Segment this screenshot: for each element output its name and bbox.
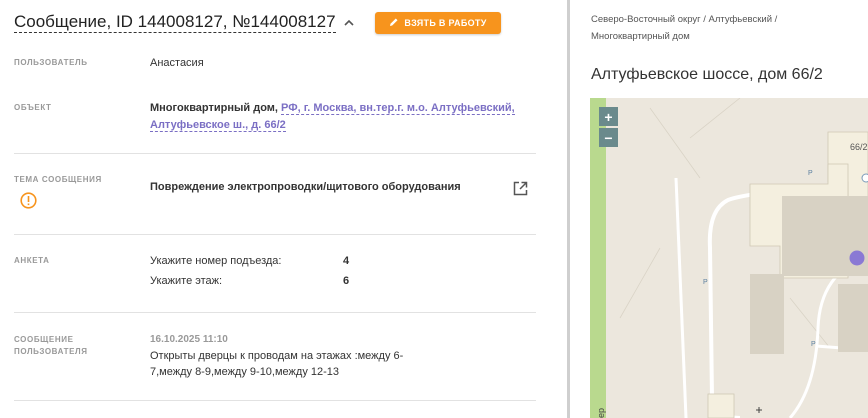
take-to-work-button[interactable]: ВЗЯТЬ В РАБОТУ — [375, 12, 501, 34]
warning-icon — [20, 192, 37, 209]
building — [750, 274, 784, 354]
map[interactable]: P P P 66/2 ер + − — [590, 98, 868, 418]
object-address-link-line1[interactable]: РФ, г. Москва, вн.тер.г. м.о. Алтуфьевск… — [281, 102, 515, 115]
take-to-work-label: ВЗЯТЬ В РАБОТУ — [404, 18, 487, 28]
divider — [14, 400, 536, 401]
external-link-icon[interactable] — [512, 180, 529, 197]
divider — [14, 153, 536, 154]
survey-question-entrance: Укажите номер подъезда: — [150, 255, 282, 267]
pencil-icon — [389, 17, 399, 29]
breadcrumb-line2[interactable]: Многоквартирный дом — [591, 31, 690, 42]
location-marker — [861, 173, 868, 183]
building — [707, 393, 735, 418]
divider — [14, 312, 536, 313]
divider — [14, 234, 536, 235]
zoom-in-button[interactable]: + — [599, 107, 618, 126]
user-value: Анастасия — [150, 57, 204, 69]
message-label-line2: ПОЛЬЗОВАТЕЛЯ — [14, 347, 88, 356]
title-row: Сообщение, ID 144008127, №144008127 — [14, 12, 356, 33]
street-label: ер — [596, 408, 606, 418]
object-address-link-line2[interactable]: Алтуфьевское ш., д. 66/2 — [150, 119, 286, 132]
zoom-out-button[interactable]: − — [599, 128, 618, 147]
breadcrumb-line1[interactable]: Северо-Восточный округ / Алтуфьевский / — [591, 14, 777, 25]
survey-answer-entrance: 4 — [343, 255, 350, 267]
topic-value: Повреждение электропроводки/щитового обо… — [150, 181, 461, 193]
message-panel: Сообщение, ID 144008127, №144008127 ВЗЯТ… — [0, 0, 568, 418]
object-type: Многоквартирный дом, — [150, 102, 278, 114]
location-panel: Северо-Восточный округ / Алтуфьевский / … — [570, 0, 868, 418]
page-title[interactable]: Сообщение, ID 144008127, №144008127 — [14, 12, 336, 33]
message-text: Открыты дверцы к проводам на этажах :меж… — [150, 350, 404, 378]
parking-label: P — [811, 341, 816, 348]
location-marker — [849, 250, 865, 266]
topic-label: ТЕМА СООБЩЕНИЯ — [14, 175, 102, 184]
chevron-up-icon[interactable] — [342, 16, 356, 30]
message-date: 16.10.2025 11:10 — [150, 334, 228, 345]
survey-question-floor: Укажите этаж: — [150, 275, 223, 287]
survey-answer-floor: 6 — [343, 275, 350, 287]
message-label: СООБЩЕНИЕ ПОЛЬЗОВАТЕЛЯ — [14, 334, 88, 358]
survey-label: АНКЕТА — [14, 256, 50, 265]
address-title: Алтуфьевское шоссе, дом 66/2 — [591, 66, 823, 83]
user-label: ПОЛЬЗОВАТЕЛЬ — [14, 58, 88, 67]
parking-label: P — [703, 279, 708, 286]
map-canvas: P P P 66/2 ер — [590, 98, 868, 418]
parking-label: P — [808, 170, 813, 177]
message-label-line1: СООБЩЕНИЕ — [14, 335, 74, 344]
object-value: Многоквартирный дом, РФ, г. Москва, вн.т… — [150, 100, 520, 134]
building-number-label: 66/2 — [850, 142, 868, 152]
breadcrumb: Северо-Восточный округ / Алтуфьевский / … — [591, 11, 861, 45]
building — [838, 284, 868, 352]
object-label: ОБЪЕКТ — [14, 103, 52, 112]
